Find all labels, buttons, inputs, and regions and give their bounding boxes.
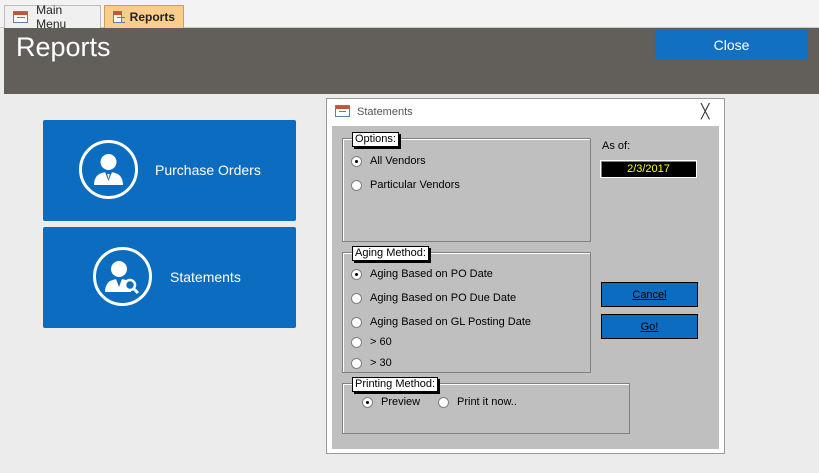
statements-dialog: Statements ╳ Options: All Vendors Partic… <box>326 98 725 454</box>
option-label: Particular Vendors <box>370 179 460 191</box>
radio-button[interactable] <box>351 179 362 191</box>
form-icon <box>113 11 125 23</box>
form-icon <box>13 11 29 23</box>
option-label: > 60 <box>370 336 392 348</box>
person-icon <box>79 140 138 199</box>
radio-button[interactable] <box>351 268 362 280</box>
tab-label: Reports <box>129 10 175 24</box>
button-label: Statements <box>170 269 241 285</box>
form-icon <box>335 105 350 117</box>
option-label: Aging Based on PO Due Date <box>370 292 517 304</box>
statements-button[interactable]: Statements <box>43 227 296 328</box>
option-label: All Vendors <box>370 155 426 167</box>
go-button[interactable]: Go! <box>601 314 698 339</box>
as-of-label: As of: <box>602 140 631 152</box>
document-tab-strip: Main Menu Reports <box>0 0 819 31</box>
option-all-vendors[interactable]: All Vendors <box>351 155 426 167</box>
form-header: Reports Close <box>4 28 819 94</box>
option-label: Aging Based on PO Date <box>370 268 493 280</box>
person-search-icon <box>93 247 152 306</box>
dialog-body: Options: All Vendors Particular Vendors … <box>332 126 719 449</box>
radio-button[interactable] <box>351 155 362 167</box>
tab-main-menu[interactable]: Main Menu <box>4 3 101 31</box>
cancel-button[interactable]: Cancel <box>601 282 698 307</box>
printing-method-group: Printing Method: Preview Print it now.. <box>342 377 630 434</box>
close-button[interactable]: Close <box>655 29 808 60</box>
options-group: Options: All Vendors Particular Vendors <box>342 132 591 242</box>
option-label: Print it now.. <box>457 396 517 408</box>
button-label: Purchase Orders <box>155 162 261 178</box>
button-label: Cancel <box>632 288 667 301</box>
tab-reports[interactable]: Reports <box>104 5 184 28</box>
radio-button[interactable] <box>351 292 362 304</box>
radio-button[interactable] <box>351 357 362 369</box>
group-legend: Aging Method: <box>352 246 429 261</box>
option-over-60[interactable]: > 60 <box>351 336 392 348</box>
option-label: Preview <box>381 396 421 408</box>
option-over-30[interactable]: > 30 <box>351 357 392 369</box>
group-legend: Printing Method: <box>352 377 439 392</box>
aging-method-group: Aging Method: Aging Based on PO Date Agi… <box>342 246 591 373</box>
option-aging-po-due-date[interactable]: Aging Based on PO Due Date <box>351 292 516 304</box>
option-preview[interactable]: Preview <box>362 396 420 408</box>
option-label: Aging Based on GL Posting Date <box>370 316 532 328</box>
close-icon[interactable]: ╳ <box>701 103 709 120</box>
page-title: Reports <box>16 32 111 62</box>
dialog-title-bar[interactable]: Statements ╳ <box>327 99 724 126</box>
button-label: Go! <box>640 320 659 333</box>
tab-label: Main Menu <box>36 3 67 31</box>
radio-button[interactable] <box>351 316 362 328</box>
radio-button[interactable] <box>351 336 362 348</box>
radio-button[interactable] <box>362 396 373 408</box>
option-aging-po-date[interactable]: Aging Based on PO Date <box>351 268 493 280</box>
option-label: > 30 <box>370 357 392 369</box>
group-legend: Options: <box>352 132 399 147</box>
as-of-date-field[interactable]: 2/3/2017 <box>600 160 697 178</box>
purchase-orders-button[interactable]: Purchase Orders <box>43 120 296 221</box>
option-aging-gl-posting-date[interactable]: Aging Based on GL Posting Date <box>351 316 531 328</box>
dialog-title: Statements <box>357 106 413 118</box>
option-particular-vendors[interactable]: Particular Vendors <box>351 179 460 191</box>
option-print-now[interactable]: Print it now.. <box>438 396 517 408</box>
radio-button[interactable] <box>438 396 449 408</box>
